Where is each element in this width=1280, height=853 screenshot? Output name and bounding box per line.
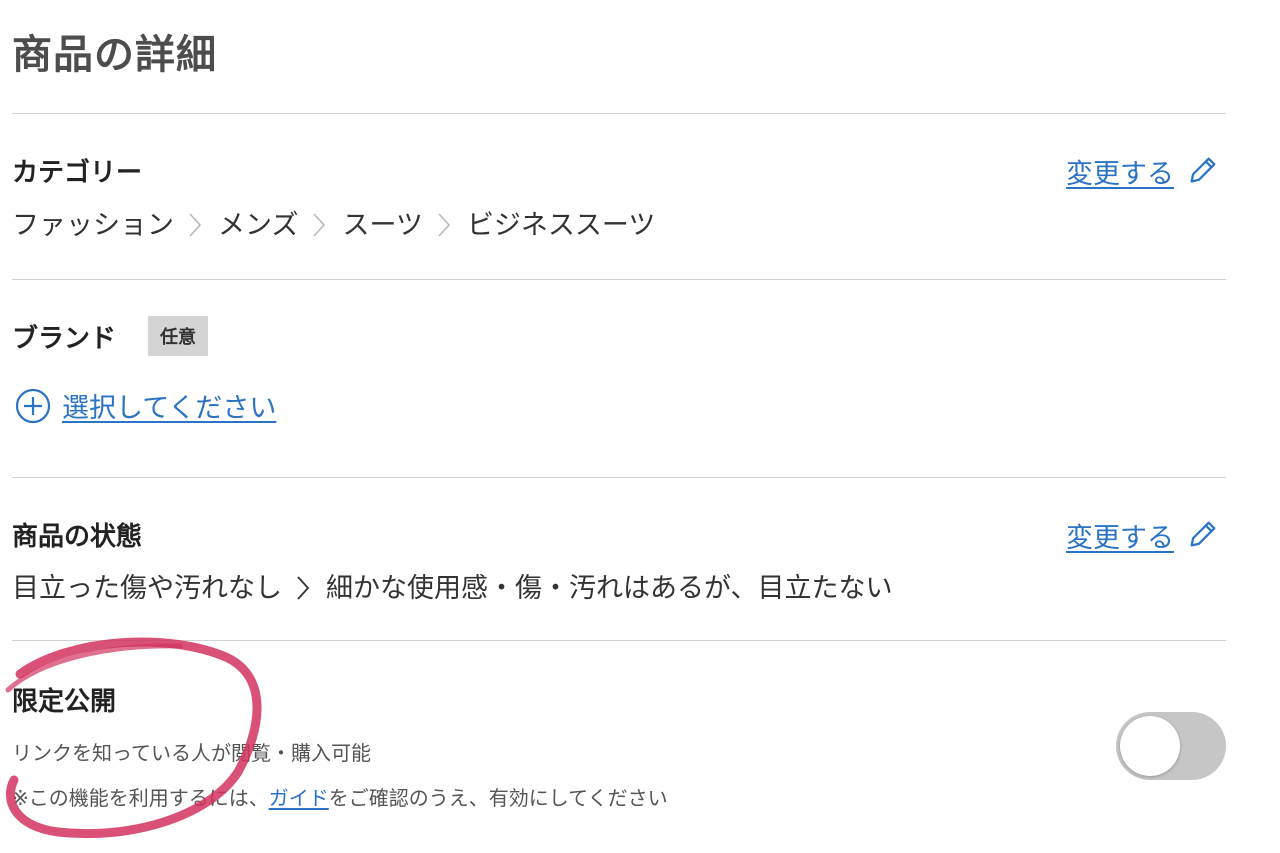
breadcrumb-item: ビジネススーツ <box>466 210 656 241</box>
divider <box>12 279 1226 280</box>
note-suffix: をご確認のうえ、有効にしてください <box>328 786 668 810</box>
note-prefix: ※この機能を利用するには、 <box>12 786 269 810</box>
chevron-right-icon <box>282 571 326 601</box>
pencil-icon[interactable] <box>1186 153 1222 189</box>
divider <box>12 477 1226 478</box>
condition-heading: 商品の状態 <box>12 522 143 552</box>
brand-heading: ブランド <box>12 324 117 354</box>
limited-description: リンクを知っている人が閲覧・購入可能 <box>12 741 371 765</box>
chevron-right-icon <box>423 208 467 238</box>
condition-change-link[interactable]: 変更する <box>1066 516 1174 555</box>
limited-note: ※この機能を利用するには、ガイドをご確認のうえ、有効にしてください <box>12 782 668 811</box>
limited-heading: 限定公開 <box>12 687 117 717</box>
pencil-icon[interactable] <box>1186 517 1222 553</box>
chevron-right-icon <box>174 208 218 238</box>
chevron-right-icon <box>298 208 342 238</box>
divider <box>12 113 1226 114</box>
breadcrumb-item: メンズ <box>218 210 299 241</box>
condition-value: 目立った傷や汚れなし 細かな使用感・傷・汚れはあるが、目立たない <box>12 566 892 605</box>
brand-select-label: 選択してください <box>62 393 277 424</box>
guide-link[interactable]: ガイド <box>269 786 329 810</box>
optional-badge: 任意 <box>148 316 208 356</box>
divider <box>12 640 1226 641</box>
category-breadcrumb: ファッション メンズ スーツ ビジネススーツ <box>12 203 655 242</box>
condition-change-label: 変更する <box>1066 523 1174 554</box>
page-title: 商品の詳細 <box>12 32 217 78</box>
toggle-knob <box>1120 716 1180 776</box>
category-change-link[interactable]: 変更する <box>1066 152 1174 191</box>
plus-circle-icon <box>14 387 52 425</box>
category-change-label: 変更する <box>1066 159 1174 190</box>
breadcrumb-item: スーツ <box>342 210 423 241</box>
breadcrumb-item: ファッション <box>12 210 174 241</box>
condition-after: 細かな使用感・傷・汚れはあるが、目立たない <box>326 573 893 604</box>
brand-select-link[interactable]: 選択してください <box>14 386 276 425</box>
limited-toggle[interactable] <box>1116 712 1226 780</box>
condition-before: 目立った傷や汚れなし <box>12 573 282 604</box>
category-heading: カテゴリー <box>12 158 143 188</box>
